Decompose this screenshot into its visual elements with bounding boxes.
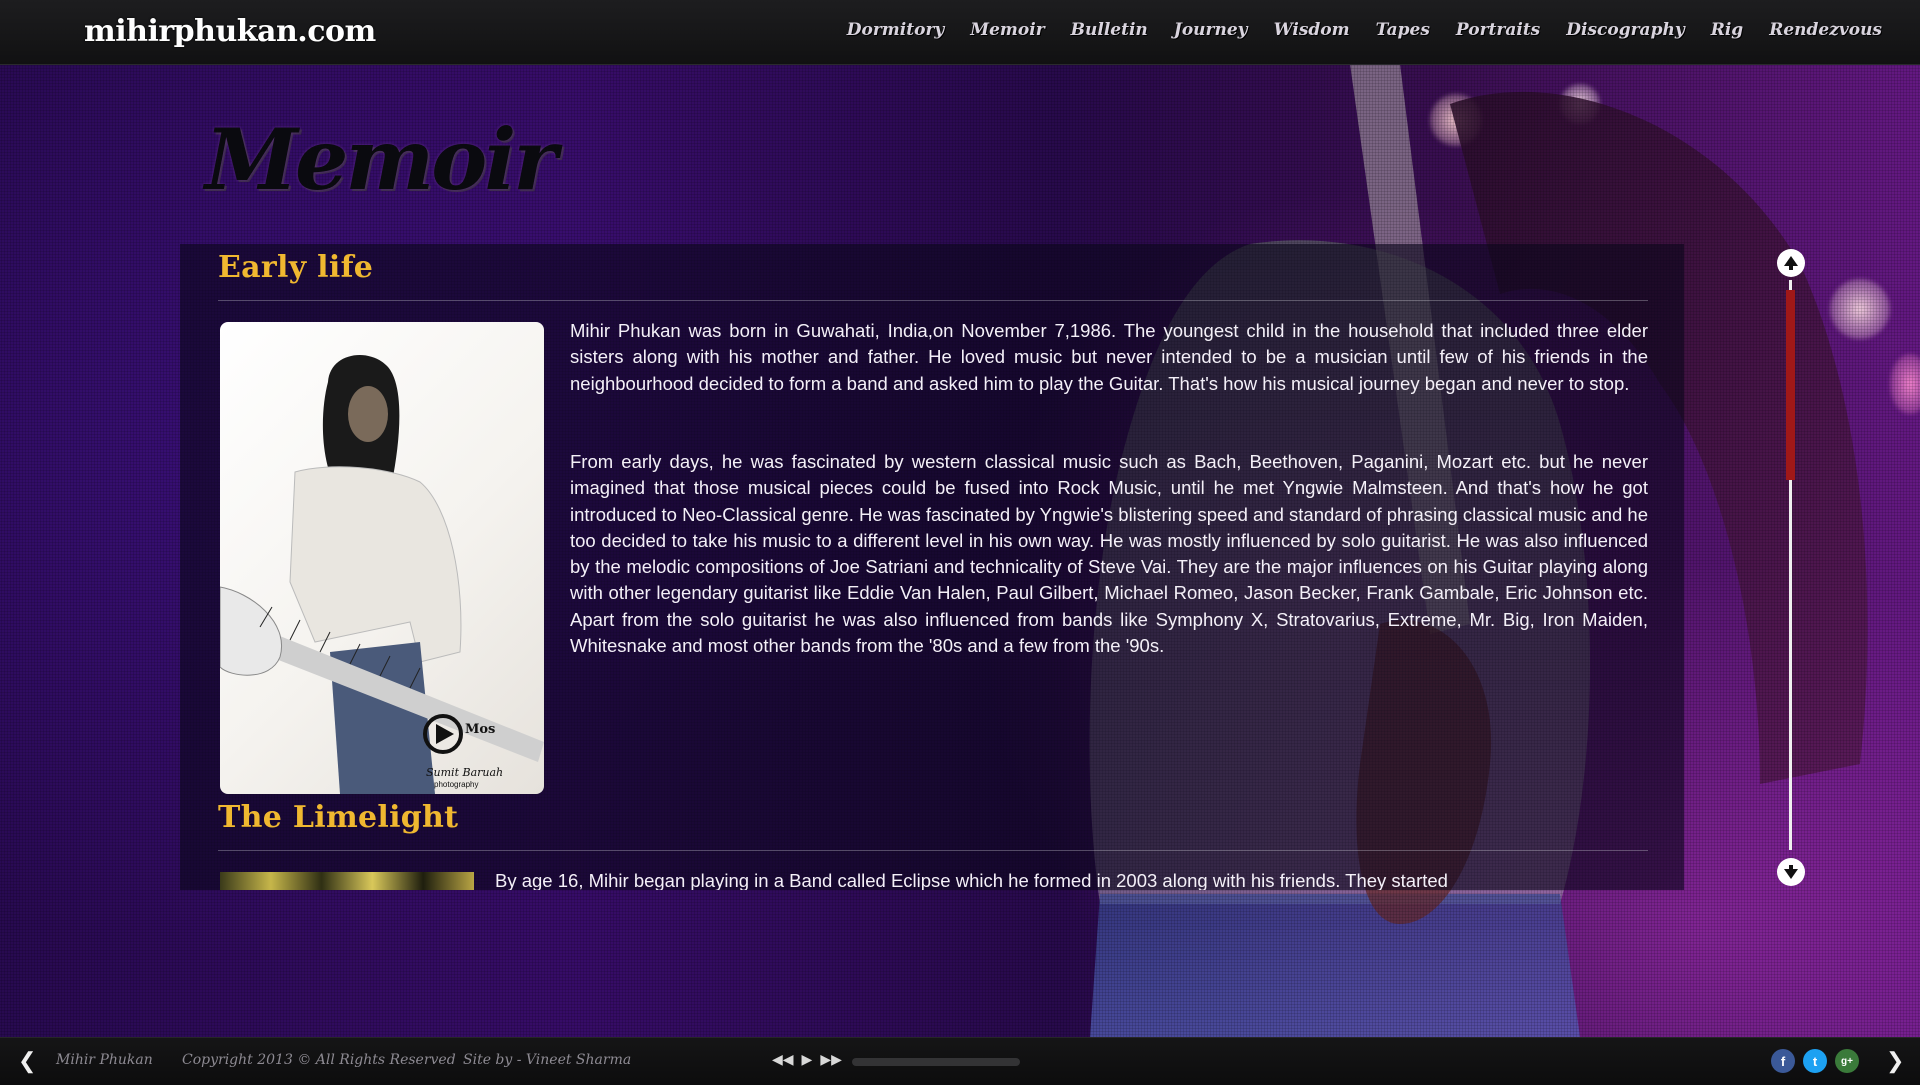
footer-copyright: Copyright 2013 © All Rights Reserved — [182, 1052, 456, 1068]
previous-page-button[interactable]: ❮ — [18, 1048, 36, 1074]
nav-tapes[interactable]: Tapes — [1376, 20, 1430, 40]
music-player: ◀◀ ▶ ▶▶ — [772, 1051, 842, 1068]
nav-memoir[interactable]: Memoir — [970, 20, 1044, 40]
google-plus-icon[interactable]: g+ — [1835, 1049, 1859, 1073]
nav-wisdom[interactable]: Wisdom — [1274, 20, 1350, 40]
nav-discography[interactable]: Discography — [1566, 20, 1684, 40]
top-navigation-bar: mihirphukan.com Dormitory Memoir Bulleti… — [0, 0, 1920, 65]
nav-dormitory[interactable]: Dormitory — [847, 20, 945, 40]
nav-rig[interactable]: Rig — [1711, 20, 1743, 40]
scroll-down-icon — [1784, 865, 1798, 879]
limelight-paragraph-1: By age 16, Mihir began playing in a Band… — [495, 870, 1448, 890]
nav-portraits[interactable]: Portraits — [1456, 20, 1540, 40]
scrollbar-thumb[interactable] — [1786, 290, 1795, 480]
portrait-illustration — [220, 355, 544, 794]
section-divider — [218, 300, 1648, 301]
stage-light — [1430, 94, 1482, 146]
scroll-down-button[interactable] — [1777, 858, 1805, 886]
rewind-icon[interactable]: ◀◀ — [772, 1051, 794, 1068]
page-title: Memoir — [205, 110, 557, 209]
footer-name: Mihir Phukan — [56, 1052, 153, 1068]
content-panel: Early life Mos Sumit Baruah photography … — [180, 244, 1684, 890]
section-divider — [218, 850, 1648, 851]
chevron-right-icon: ❯ — [1886, 1048, 1905, 1073]
fast-forward-icon[interactable]: ▶▶ — [820, 1051, 842, 1068]
stage-light — [1830, 279, 1890, 339]
photo-watermark-credit: Sumit Baruah — [426, 766, 504, 779]
limelight-thumbnail — [220, 872, 474, 890]
early-life-paragraph-2: From early days, he was fascinated by we… — [570, 451, 1648, 657]
next-page-button[interactable]: ❯ — [1886, 1048, 1904, 1074]
nav-journey[interactable]: Journey — [1174, 20, 1248, 40]
section-title-limelight: The Limelight — [218, 800, 459, 835]
site-logo[interactable]: mihirphukan.com — [84, 14, 376, 49]
early-life-paragraph-1: Mihir Phukan was born in Guwahati, India… — [570, 320, 1648, 394]
play-icon[interactable]: ▶ — [802, 1051, 813, 1068]
portrait-photo: Mos Sumit Baruah photography — [220, 322, 544, 794]
twitter-icon[interactable]: t — [1803, 1049, 1827, 1073]
photo-watermark-brand: Mos — [465, 722, 496, 737]
chevron-left-icon: ❮ — [18, 1048, 37, 1073]
main-nav: Dormitory Memoir Bulletin Journey Wisdom… — [847, 20, 1882, 40]
footer-bar: ❮ Mihir Phukan Copyright 2013 © All Righ… — [0, 1037, 1920, 1085]
section-title-early-life: Early life — [218, 250, 374, 285]
stage-light — [1890, 354, 1920, 414]
nav-rendezvous[interactable]: Rendezvous — [1769, 20, 1882, 40]
nav-bulletin[interactable]: Bulletin — [1071, 20, 1148, 40]
scroll-up-button[interactable] — [1777, 249, 1805, 277]
photo-watermark-sub: photography — [434, 780, 479, 789]
scroll-up-icon — [1784, 256, 1798, 270]
facebook-icon[interactable]: f — [1771, 1049, 1795, 1073]
player-progress-bar[interactable] — [852, 1058, 1020, 1066]
footer-credit[interactable]: Site by - Vineet Sharma — [463, 1052, 631, 1068]
stage-light — [1560, 84, 1600, 124]
